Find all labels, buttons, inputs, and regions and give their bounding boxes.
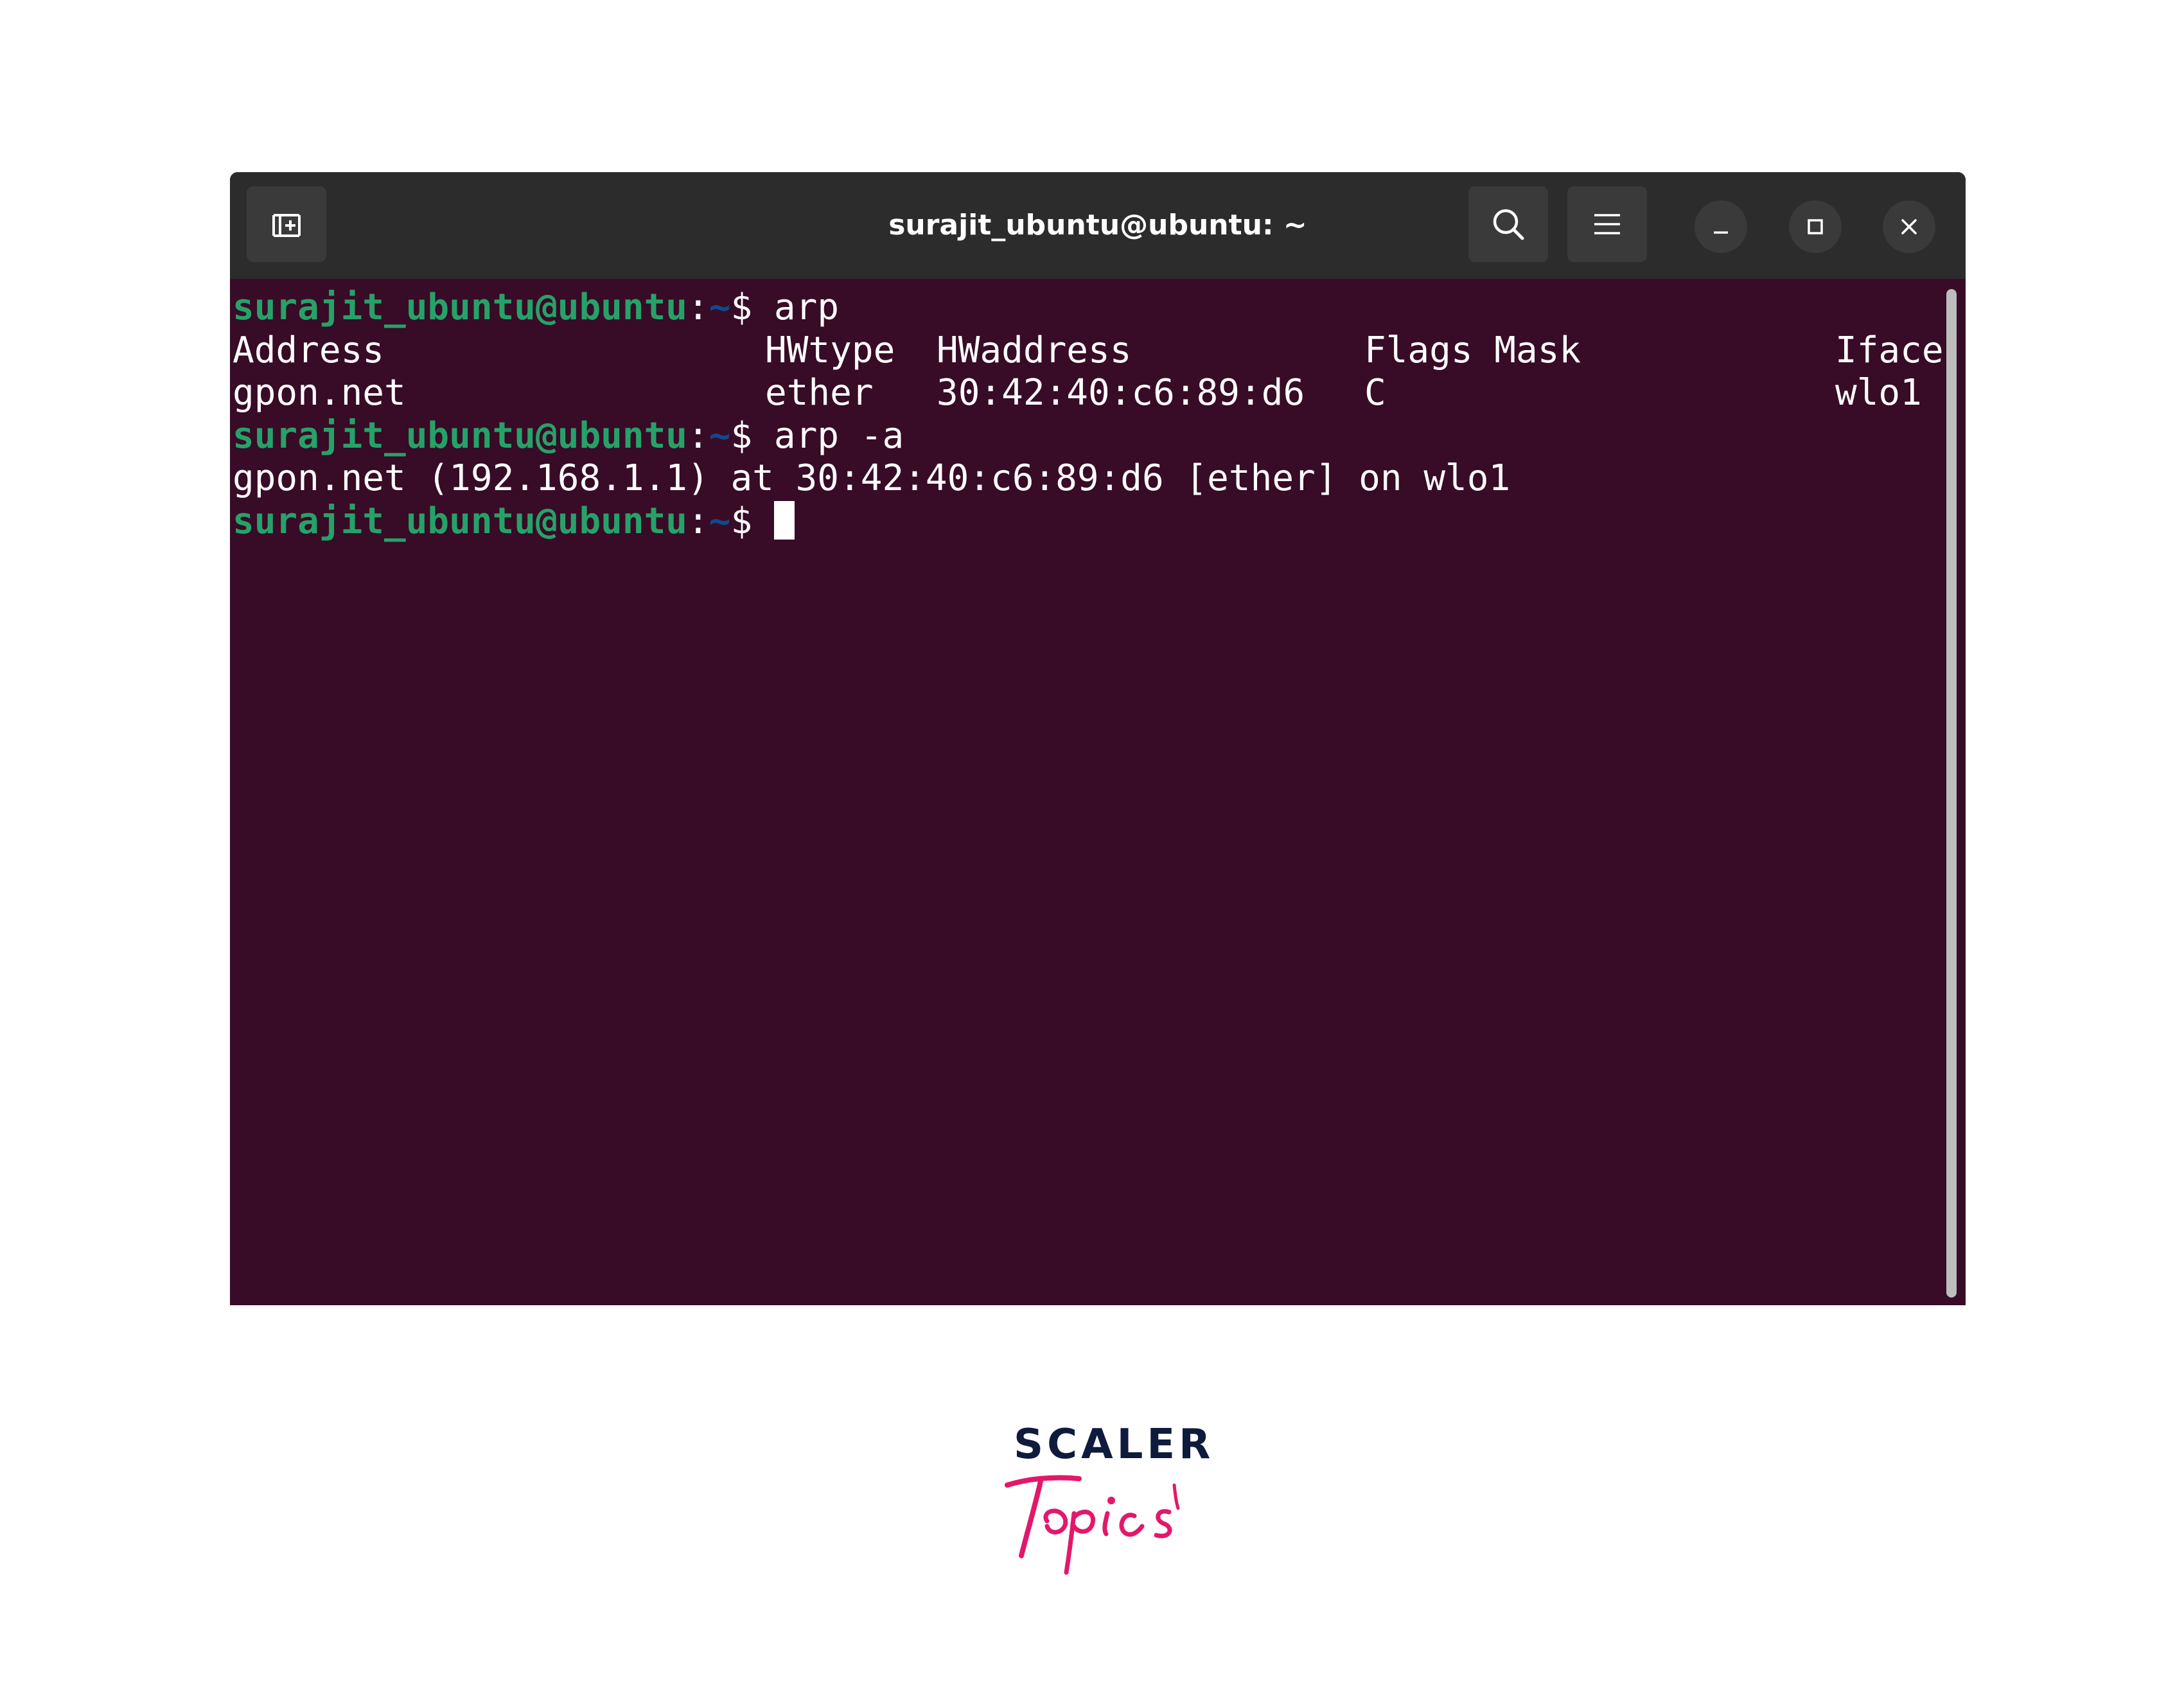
new-tab-icon xyxy=(272,214,301,237)
terminal-output[interactable]: surajit_ubuntu@ubuntu:~$ arp Address HWt… xyxy=(233,286,1944,543)
hamburger-menu-icon xyxy=(1594,214,1620,234)
prompt-colon: : xyxy=(687,500,709,542)
close-button[interactable] xyxy=(1883,200,1935,253)
header-address: Address xyxy=(233,329,385,371)
search-icon xyxy=(1493,209,1524,240)
menu-button[interactable] xyxy=(1567,186,1647,262)
arp-table-header: Address HWtype HWaddress Flags Mask Ifac… xyxy=(233,329,1944,373)
close-icon xyxy=(1901,219,1917,234)
prompt-path: ~ xyxy=(709,414,731,457)
scaler-topics-logo: SCALER xyxy=(1002,1421,1210,1588)
prompt-path: ~ xyxy=(709,500,731,542)
prompt-user: surajit_ubuntu@ubuntu xyxy=(233,414,688,457)
prompt-symbol: $ xyxy=(730,414,753,457)
arp-a-output: gpon.net (192.168.1.1) at 30:42:40:c6:89… xyxy=(233,457,1511,499)
terminal-line: surajit_ubuntu@ubuntu:~$ arp -a xyxy=(233,415,1941,458)
minimize-button[interactable] xyxy=(1695,200,1747,253)
maximize-icon xyxy=(1808,219,1823,234)
text-cursor xyxy=(773,501,795,540)
new-tab-button[interactable] xyxy=(247,186,326,262)
header-iface: Iface xyxy=(1835,329,1944,371)
header-hwtype: HWtype xyxy=(765,329,895,371)
prompt-user: surajit_ubuntu@ubuntu xyxy=(233,286,688,328)
titlebar: surajit_ubuntu@ubuntu: ~ xyxy=(230,172,1966,279)
search-button[interactable] xyxy=(1468,186,1548,262)
prompt-path: ~ xyxy=(709,286,731,328)
scrollbar[interactable] xyxy=(1946,289,1957,1298)
header-flags-mask: Flags Mask xyxy=(1364,329,1581,371)
cell-flags: C xyxy=(1364,372,1386,414)
prompt-symbol: $ xyxy=(730,500,753,542)
logo-topics-script xyxy=(1005,1475,1180,1575)
command-text: arp -a xyxy=(773,414,904,457)
prompt-colon: : xyxy=(687,286,709,328)
cell-hwtype: ether xyxy=(765,372,874,414)
minimize-icon xyxy=(1714,231,1728,234)
terminal-line: surajit_ubuntu@ubuntu:~$ arp xyxy=(233,286,1941,330)
prompt-symbol: $ xyxy=(730,286,753,328)
terminal-window: surajit_ubuntu@ubuntu: ~ surajit_ubuntu@… xyxy=(230,172,1966,1305)
prompt-user: surajit_ubuntu@ubuntu xyxy=(233,500,688,542)
arp-table-row: gpon.net ether 30:42:40:c6:89:d6 C wlo1 xyxy=(233,372,1941,415)
prompt-colon: : xyxy=(687,414,709,457)
cell-iface: wlo1 xyxy=(1835,372,1922,414)
header-hwaddress: HWaddress xyxy=(937,329,1132,371)
command-text: arp xyxy=(773,286,840,328)
maximize-button[interactable] xyxy=(1789,200,1842,253)
terminal-line: surajit_ubuntu@ubuntu:~$ xyxy=(233,500,1941,543)
cell-hwaddress: 30:42:40:c6:89:d6 xyxy=(937,372,1305,414)
cell-address: gpon.net xyxy=(233,372,406,414)
